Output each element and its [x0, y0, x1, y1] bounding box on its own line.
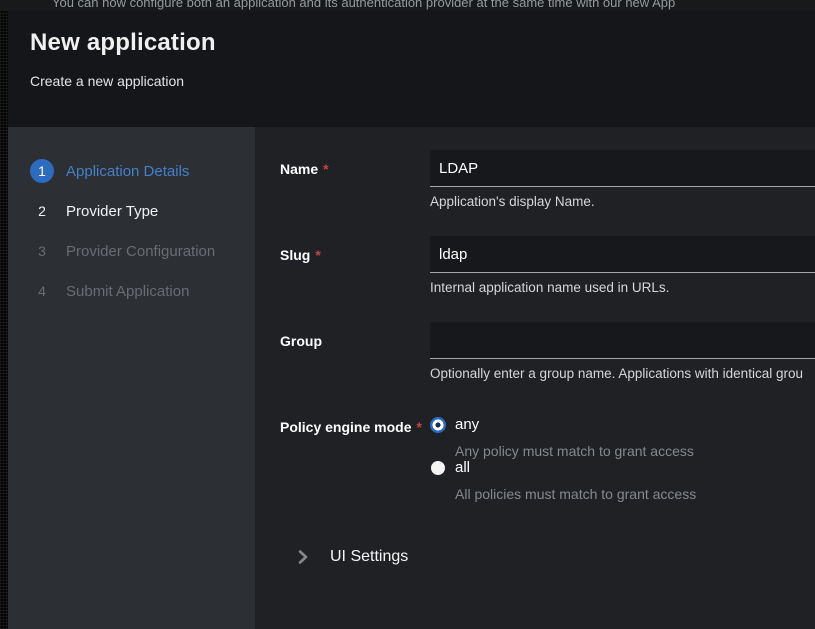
- group-field-control: Optionally enter a group name. Applicati…: [430, 322, 815, 381]
- wizard: 1 Application Details 2 Provider Type 3 …: [8, 127, 815, 629]
- announcement-banner-text: You can now configure both an applicatio…: [0, 0, 815, 10]
- slug-helper-text: Internal application name used in URLs.: [430, 280, 815, 295]
- wizard-nav: 1 Application Details 2 Provider Type 3 …: [8, 127, 255, 629]
- name-label: Name*: [280, 150, 430, 209]
- step-number: 4: [30, 279, 54, 303]
- radio-any-description: Any policy must match to grant access: [455, 443, 815, 459]
- group-label: Group: [280, 322, 430, 381]
- name-field-control: Application's display Name.: [430, 150, 815, 209]
- wizard-step-application-details[interactable]: 1 Application Details: [8, 151, 255, 191]
- chevron-right-icon: [298, 550, 308, 564]
- name-helper-text: Application's display Name.: [430, 194, 815, 209]
- radio-all-label[interactable]: all: [455, 459, 470, 476]
- group-input[interactable]: [430, 322, 815, 359]
- ui-settings-label: UI Settings: [330, 548, 408, 566]
- required-asterisk: *: [323, 161, 328, 177]
- application-details-form: Name* Application's display Name. Slug* …: [255, 127, 815, 629]
- wizard-step-provider-configuration: 3 Provider Configuration: [8, 231, 255, 271]
- step-number: 2: [30, 199, 54, 223]
- step-label: Application Details: [66, 163, 189, 180]
- step-label: Provider Type: [66, 203, 158, 220]
- new-application-modal: New application Create a new application…: [8, 11, 815, 629]
- slug-field-control: Internal application name used in URLs.: [430, 236, 815, 295]
- required-asterisk: *: [416, 419, 421, 435]
- name-input[interactable]: [430, 150, 815, 187]
- required-asterisk: *: [315, 247, 320, 263]
- slug-input[interactable]: [430, 236, 815, 273]
- announcement-banner: You can now configure both an applicatio…: [0, 0, 815, 11]
- modal-header: New application Create a new application: [8, 11, 815, 127]
- policy-engine-mode-label: Policy engine mode*: [280, 408, 430, 502]
- radio-all-description: All policies must match to grant access: [455, 486, 815, 502]
- step-number-badge: 1: [30, 159, 54, 183]
- slug-label: Slug*: [280, 236, 430, 295]
- name-field-row: Name* Application's display Name.: [280, 150, 815, 209]
- radio-any-selected[interactable]: [430, 417, 446, 433]
- radio-option-any: any: [430, 416, 815, 433]
- modal-subtitle: Create a new application: [30, 73, 815, 89]
- wizard-step-provider-type[interactable]: 2 Provider Type: [8, 191, 255, 231]
- slug-field-row: Slug* Internal application name used in …: [280, 236, 815, 295]
- group-helper-text: Optionally enter a group name. Applicati…: [430, 366, 815, 381]
- radio-option-all: all: [430, 459, 815, 476]
- group-field-row: Group Optionally enter a group name. App…: [280, 322, 815, 381]
- modal-title: New application: [30, 29, 815, 57]
- step-label: Provider Configuration: [66, 243, 215, 260]
- step-label: Submit Application: [66, 283, 189, 300]
- policy-engine-mode-options: any Any policy must match to grant acces…: [430, 408, 815, 502]
- radio-any-label[interactable]: any: [455, 416, 479, 433]
- wizard-step-submit-application: 4 Submit Application: [8, 271, 255, 311]
- ui-settings-expander[interactable]: UI Settings: [280, 548, 815, 566]
- modal-backdrop: [0, 11, 8, 629]
- step-number: 3: [30, 239, 54, 263]
- radio-all-unselected[interactable]: [431, 461, 445, 475]
- policy-engine-mode-row: Policy engine mode* any Any policy must …: [280, 408, 815, 502]
